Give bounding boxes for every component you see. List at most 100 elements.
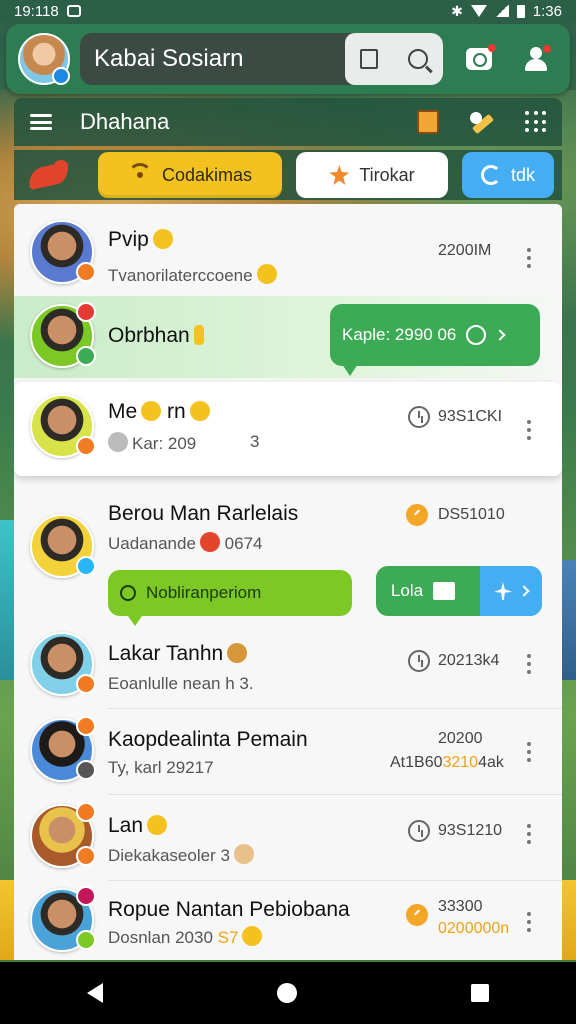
battery-icon: [516, 4, 525, 18]
action-bubble[interactable]: Lola: [376, 566, 542, 616]
alert-badge: [76, 802, 96, 822]
more-options-icon[interactable]: [526, 420, 532, 442]
status-badge: [76, 674, 96, 694]
alert-badge: [76, 302, 96, 322]
square-icon[interactable]: [360, 49, 379, 69]
smile-emoji-icon: [242, 926, 263, 946]
more-options-icon[interactable]: [526, 742, 532, 764]
clock-icon: [466, 325, 487, 345]
last-message: Uadanande: [108, 534, 196, 553]
smile-emoji-icon: [189, 401, 210, 421]
last-message: Tvanorilaterccoene: [108, 266, 253, 285]
grid-dots-icon: [525, 111, 547, 133]
edit-button[interactable]: [462, 102, 502, 142]
list-item[interactable]: Kaopdealinta Pemain Ty, karl 29217 20200…: [14, 714, 562, 794]
list-item[interactable]: Lakar Tanhn Eoanlulle nean h 3. 20213k4: [14, 628, 562, 708]
message-time-suffix: 4ak: [478, 754, 504, 771]
reply-bubble[interactable]: Kaple: 2990 06: [330, 304, 540, 376]
angry-emoji-icon: [199, 532, 220, 552]
emoji-icon: [227, 643, 248, 663]
contact-name: Lakar Tanhn: [108, 642, 224, 665]
sticker-icon: [108, 432, 128, 452]
message-time: 20200: [438, 730, 483, 747]
refresh-icon: [480, 165, 501, 185]
status-bar: 19:118 ✱ 1:36: [0, 0, 576, 22]
search-icon[interactable]: [408, 49, 429, 69]
emoji-icon: [193, 325, 204, 345]
smile-emoji-icon: [141, 401, 162, 421]
last-message: Dosnlan 2030: [108, 928, 213, 947]
message-extra: S7: [217, 928, 239, 947]
plane-icon: [493, 582, 512, 600]
profile-avatar[interactable]: [18, 33, 70, 85]
list-item[interactable]: Ropue Nantan Pebiobana Dosnlan 2030 S7 3…: [14, 884, 562, 960]
list-item[interactable]: Lan Diekakaseoler 3 93S1210: [14, 800, 562, 880]
message-extra: 0674: [224, 534, 263, 553]
app-title: Kabai Sosiarn: [94, 45, 244, 72]
recents-icon[interactable]: [471, 984, 489, 1002]
home-icon[interactable]: [277, 983, 297, 1003]
more-options-icon[interactable]: [526, 654, 532, 676]
smile-emoji-icon: [147, 815, 168, 835]
message-extra: 3: [250, 432, 260, 451]
more-options-icon[interactable]: [526, 824, 532, 846]
message-time-secondary: At1B60: [390, 754, 443, 771]
camera-icon: [465, 44, 496, 70]
tab-codakimas[interactable]: Codakimas: [98, 152, 282, 198]
search-bar[interactable]: Kabai Sosiarn: [80, 33, 444, 85]
wifi-icon: [470, 5, 487, 17]
chevron-right-icon: [518, 585, 530, 597]
signal-icon: [494, 5, 509, 17]
camera-button[interactable]: [457, 37, 500, 81]
smile-emoji-icon: [256, 264, 277, 284]
divider: [108, 794, 562, 795]
action-left[interactable]: Lola: [376, 566, 470, 616]
divider: [108, 708, 562, 709]
add-contact-button[interactable]: [515, 37, 558, 81]
tab-tdk[interactable]: tdk: [462, 152, 554, 198]
reply-text: Kaple: 2990 06: [342, 325, 457, 344]
avatar: [30, 514, 96, 578]
chevron-right-icon: [494, 329, 507, 341]
message-time: 2200IM: [438, 242, 492, 259]
chat-list: Pvip Tvanorilaterccoene 2200IM Obrbhan K…: [14, 204, 562, 960]
list-item[interactable]: Pvip Tvanorilaterccoene 2200IM: [14, 216, 562, 296]
more-options-icon[interactable]: [526, 912, 532, 934]
message-extra: 3: [220, 846, 230, 865]
contact-name: Pvip: [108, 228, 149, 251]
clock-icon: [408, 650, 430, 672]
bluetooth-icon: ✱: [451, 2, 463, 19]
bird-logo-icon: [24, 158, 76, 192]
back-icon[interactable]: [87, 983, 103, 1003]
contact-name: Obrbhan: [108, 324, 190, 347]
avatar: [30, 302, 96, 368]
menu-icon[interactable]: [30, 114, 52, 130]
status-badge: [76, 930, 96, 950]
action-right[interactable]: [479, 566, 542, 616]
tab-tirokar[interactable]: Tirokar: [296, 152, 448, 198]
emoji-icon: [233, 844, 254, 864]
archive-button[interactable]: [408, 102, 448, 142]
clock-icon: [406, 904, 428, 926]
box-icon: [417, 110, 439, 134]
avatar: [30, 886, 96, 952]
apps-button[interactable]: [516, 102, 556, 142]
divider: [108, 880, 562, 881]
contact-name: Ropue Nantan Pebiobana: [108, 898, 350, 921]
message-time: 20213k4: [438, 652, 500, 669]
smile-emoji-icon: [152, 229, 173, 249]
star-icon: [329, 165, 350, 185]
status-badge: [76, 556, 96, 576]
last-message: Kar: 209: [132, 434, 197, 453]
search-bubble[interactable]: Nobliranperiom: [108, 570, 352, 626]
tab-label: Tirokar: [359, 164, 415, 185]
list-item[interactable]: Me rn Kar: 209 3 93S1CKI: [14, 390, 562, 470]
broadcast-icon: [127, 163, 152, 187]
avatar: [30, 632, 96, 696]
more-options-icon[interactable]: [526, 248, 532, 270]
notification-icon: [66, 5, 81, 17]
last-message: Diekakaseoler: [108, 846, 216, 865]
toolbar: Dhahana: [14, 98, 562, 146]
action-left-label: Lola: [390, 581, 424, 600]
alert-badge: [76, 716, 96, 736]
